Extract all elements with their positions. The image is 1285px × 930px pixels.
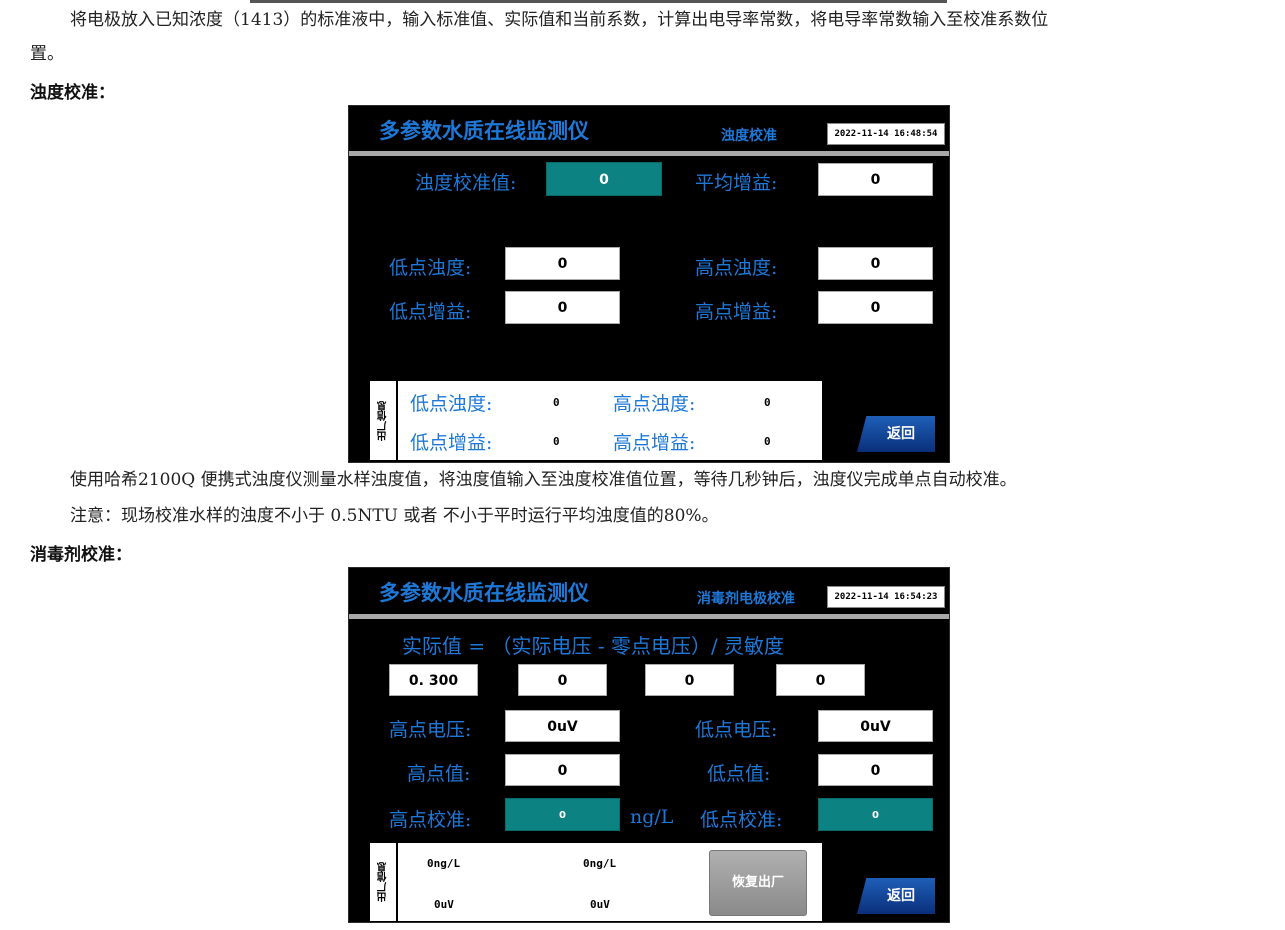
factory-high-gain-label: 高点增益: [613, 432, 696, 454]
actual-voltage-field[interactable]: 0 [518, 664, 607, 696]
factory-info-title: 出厂信息 [377, 862, 389, 902]
zero-voltage-field[interactable]: 0 [645, 664, 734, 696]
high-calib-button[interactable]: 0 [505, 798, 620, 831]
factory-low-gain-label: 低点增益: [410, 432, 493, 454]
heading-turbidity: 浊度校准： [30, 83, 115, 103]
factory-volt-1: 0uV [434, 898, 454, 911]
page-name: 浊度校准 [721, 128, 777, 144]
paragraph-turbidity-note: 注意：现场校准水样的浊度不小于 0.5NTU 或者 不小于平时运行平均浊度值的8… [70, 506, 719, 526]
factory-low-turbidity-label: 低点浊度: [410, 393, 493, 415]
factory-high-gain-value: 0 [764, 435, 771, 448]
top-divider [250, 0, 947, 3]
low-voltage-field[interactable]: 0uV [818, 710, 933, 742]
factory-volt-2: 0uV [590, 898, 610, 911]
turbidity-calibration-screen: 多参数水质在线监测仪 浊度校准 2022-11-14 16:48:54 浊度校准… [348, 105, 950, 463]
paragraph-conductivity: 将电极放入已知浓度（1413）的标准液中，输入标准值、实际值和当前系数，计算出电… [70, 10, 1049, 30]
factory-high-turbidity-value: 0 [764, 396, 771, 409]
factory-info-panel: 出厂信息 0ng/L 0ng/L 0uV 0uV 恢复出厂 [370, 843, 822, 921]
high-voltage-label: 高点电压: [389, 719, 472, 741]
avg-gain-label: 平均增益: [695, 172, 778, 194]
low-turbidity-field[interactable]: 0 [505, 247, 620, 280]
restore-factory-button[interactable]: 恢复出厂 [709, 850, 807, 916]
header-divider [349, 151, 949, 156]
factory-low-gain-value: 0 [553, 435, 560, 448]
paragraph-conductivity-end: 置。 [30, 44, 64, 64]
unit-label: ng/L [630, 806, 674, 828]
factory-info-title: 出厂信息 [377, 400, 389, 441]
low-turbidity-label: 低点浊度: [389, 257, 472, 279]
datetime-display: 2022-11-14 16:54:23 [827, 586, 945, 608]
factory-high-turbidity-label: 高点浊度: [613, 393, 696, 415]
factory-low-turbidity-value: 0 [553, 396, 560, 409]
high-value-field[interactable]: 0 [505, 754, 620, 786]
factory-conc-2: 0ng/L [583, 857, 617, 870]
back-button[interactable]: 返回 [857, 878, 935, 914]
app-title: 多参数水质在线监测仪 [379, 118, 589, 143]
low-calib-label: 低点校准: [700, 809, 783, 831]
page-name: 消毒剂电极校准 [697, 591, 795, 607]
disinfectant-calibration-screen: 多参数水质在线监测仪 消毒剂电极校准 2022-11-14 16:54:23 实… [348, 567, 950, 923]
turbidity-calib-input[interactable]: 0 [546, 162, 662, 196]
low-voltage-label: 低点电压: [695, 719, 778, 741]
low-value-label: 低点值: [707, 763, 771, 785]
back-button[interactable]: 返回 [857, 416, 935, 452]
factory-info-side-label: 出厂信息 [370, 843, 398, 921]
factory-conc-1: 0ng/L [427, 857, 461, 870]
avg-gain-field[interactable]: 0 [818, 163, 933, 196]
low-gain-field[interactable]: 0 [505, 291, 620, 324]
low-gain-label: 低点增益: [389, 301, 472, 323]
high-voltage-field[interactable]: 0uV [505, 710, 620, 742]
turbidity-calib-label: 浊度校准值: [415, 172, 517, 194]
high-turbidity-field[interactable]: 0 [818, 247, 933, 280]
high-gain-field[interactable]: 0 [818, 291, 933, 324]
heading-disinfectant: 消毒剂校准： [30, 545, 132, 565]
factory-info-side-label: 出厂信息 [370, 381, 398, 460]
high-calib-label: 高点校准: [389, 809, 472, 831]
formula-text: 实际值 = （实际电压 - 零点电压）/ 灵敏度 [402, 634, 785, 658]
low-calib-button[interactable]: 0 [818, 798, 933, 831]
app-title: 多参数水质在线监测仪 [379, 580, 589, 605]
high-value-label: 高点值: [407, 763, 471, 785]
factory-info-panel: 出厂信息 低点浊度: 0 高点浊度: 0 低点增益: 0 高点增益: 0 [370, 381, 822, 460]
datetime-display: 2022-11-14 16:48:54 [827, 123, 945, 145]
sensitivity-field[interactable]: 0 [776, 664, 865, 696]
high-turbidity-label: 高点浊度: [695, 257, 778, 279]
actual-value-field[interactable]: 0. 300 [389, 664, 478, 696]
low-value-field[interactable]: 0 [818, 754, 933, 786]
paragraph-turbidity-usage: 使用哈希2100Q 便携式浊度仪测量水样浊度值，将浊度值输入至浊度校准值位置，等… [70, 470, 1017, 490]
header-divider [349, 614, 949, 619]
high-gain-label: 高点增益: [695, 301, 778, 323]
